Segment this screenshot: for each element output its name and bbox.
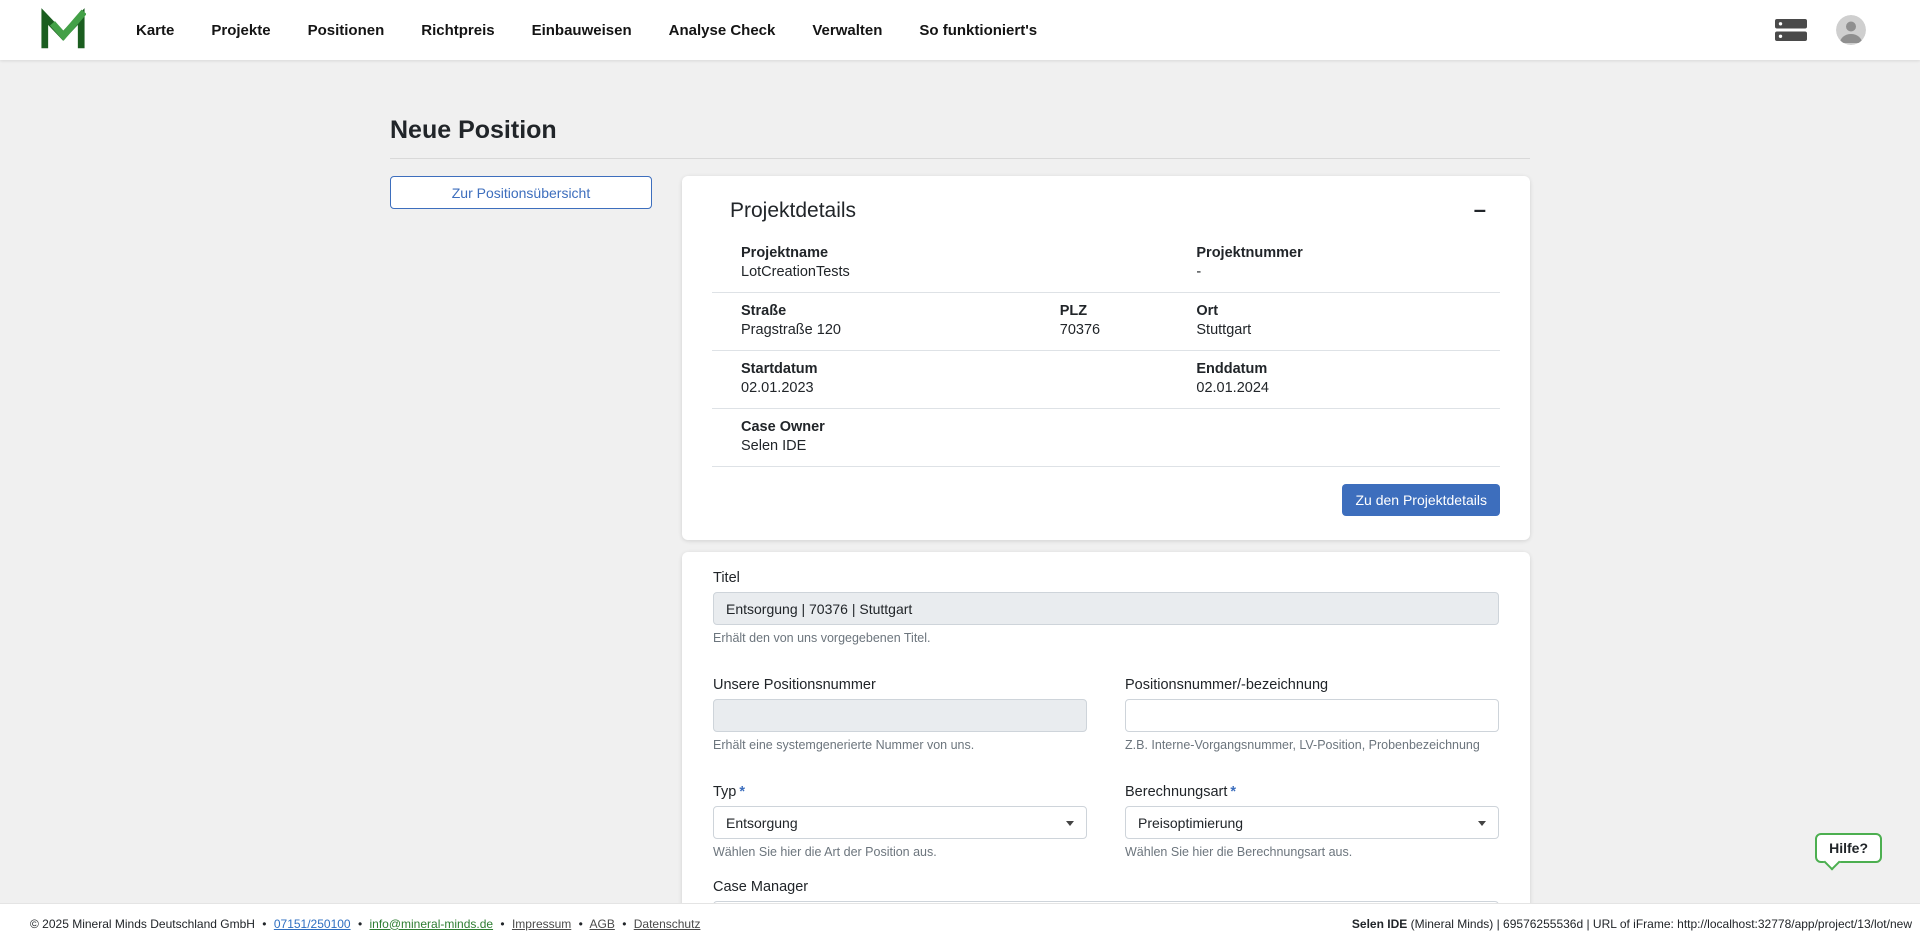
projektname-label: Projektname xyxy=(741,245,1060,261)
footer: © 2025 Mineral Minds Deutschland GmbH • … xyxy=(0,903,1920,943)
server-icon[interactable] xyxy=(1774,16,1808,44)
titel-group: Titel Erhält den von uns vorgegebenen Ti… xyxy=(713,570,1499,645)
main-nav: Karte Projekte Positionen Richtpreis Ein… xyxy=(136,22,1037,39)
berechnungsart-select-value: Preisoptimierung xyxy=(1138,815,1243,831)
typ-help: Wählen Sie hier die Art der Position aus… xyxy=(713,845,1087,859)
strasse-label: Straße xyxy=(741,303,1060,319)
detail-row: Case Owner Selen IDE xyxy=(712,409,1500,467)
logo-m-icon xyxy=(40,7,86,53)
typ-select[interactable]: Entsorgung xyxy=(713,806,1087,839)
chevron-down-icon xyxy=(1478,821,1486,826)
nav-item-so-funktionierts[interactable]: So funktioniert's xyxy=(919,22,1037,39)
positionsnummer-input[interactable] xyxy=(1125,699,1499,732)
enddatum-label: Enddatum xyxy=(1196,361,1500,377)
person-icon xyxy=(1836,15,1866,45)
nav-item-karte[interactable]: Karte xyxy=(136,22,174,39)
berechnungsart-group: Berechnungsart* Preisoptimierung Wählen … xyxy=(1125,784,1499,859)
chevron-down-icon xyxy=(1066,821,1074,826)
startdatum-label: Startdatum xyxy=(741,361,1060,377)
project-details-card: Projektdetails – Projektname LotCreation… xyxy=(682,176,1530,540)
nav-item-richtpreis[interactable]: Richtpreis xyxy=(421,22,494,39)
unsere-positionsnummer-label: Unsere Positionsnummer xyxy=(713,677,1087,693)
detail-row: Projektname LotCreationTests Projektnumm… xyxy=(712,235,1500,293)
title-divider xyxy=(390,158,1530,159)
titel-input xyxy=(713,592,1499,625)
right-column: Projektdetails – Projektname LotCreation… xyxy=(682,176,1530,943)
plz-label: PLZ xyxy=(1060,303,1197,319)
strasse-value: Pragstraße 120 xyxy=(741,322,1060,338)
phone-link[interactable]: 07151/250100 xyxy=(274,917,351,931)
titel-label: Titel xyxy=(713,570,1499,586)
user-avatar[interactable] xyxy=(1836,15,1866,45)
page-title: Neue Position xyxy=(390,116,1530,145)
top-navigation: Karte Projekte Positionen Richtpreis Ein… xyxy=(0,0,1920,60)
typ-label: Typ* xyxy=(713,784,1087,800)
detail-row: Startdatum 02.01.2023 Enddatum 02.01.202… xyxy=(712,351,1500,409)
help-button[interactable]: Hilfe? xyxy=(1815,833,1882,863)
typ-select-value: Entsorgung xyxy=(726,815,798,831)
footer-separator: • xyxy=(358,917,362,931)
project-details-table: Projektname LotCreationTests Projektnumm… xyxy=(712,235,1500,467)
impressum-link[interactable]: Impressum xyxy=(512,917,571,931)
nav-item-analyse-check[interactable]: Analyse Check xyxy=(669,22,776,39)
case-owner-value: Selen IDE xyxy=(741,438,1060,454)
unsere-positionsnummer-help: Erhält eine systemgenerierte Nummer von … xyxy=(713,738,1087,752)
plz-value: 70376 xyxy=(1060,322,1197,338)
berechnungsart-label: Berechnungsart* xyxy=(1125,784,1499,800)
typ-group: Typ* Entsorgung Wählen Sie hier die Art … xyxy=(713,784,1087,859)
collapse-card-button[interactable]: – xyxy=(1474,199,1486,221)
projektnummer-label: Projektnummer xyxy=(1196,245,1500,261)
go-to-project-details-button[interactable]: Zu den Projektdetails xyxy=(1342,484,1500,516)
nav-item-projekte[interactable]: Projekte xyxy=(211,22,270,39)
footer-separator: • xyxy=(579,917,583,931)
positionsnummer-group: Positionsnummer/-bezeichnung Z.B. Intern… xyxy=(1125,677,1499,752)
new-position-form-card: Titel Erhält den von uns vorgegebenen Ti… xyxy=(682,552,1530,943)
detail-row: Straße Pragstraße 120 PLZ 70376 Ort Stut… xyxy=(712,293,1500,351)
berechnungsart-help: Wählen Sie hier die Berechnungsart aus. xyxy=(1125,845,1499,859)
ort-label: Ort xyxy=(1196,303,1500,319)
footer-separator: • xyxy=(500,917,504,931)
copyright-text: © 2025 Mineral Minds Deutschland GmbH xyxy=(30,917,255,931)
main-area: Neue Position Zur Positionsübersicht Pro… xyxy=(0,60,1920,943)
datenschutz-link[interactable]: Datenschutz xyxy=(634,917,701,931)
agb-link[interactable]: AGB xyxy=(590,917,615,931)
enddatum-value: 02.01.2024 xyxy=(1196,380,1500,396)
footer-separator: • xyxy=(262,917,266,931)
footer-separator: • xyxy=(622,917,626,931)
berechnungsart-select[interactable]: Preisoptimierung xyxy=(1125,806,1499,839)
back-to-positions-button[interactable]: Zur Positionsübersicht xyxy=(390,176,652,209)
nav-item-positionen[interactable]: Positionen xyxy=(308,22,385,39)
required-asterisk: * xyxy=(739,784,745,800)
titel-help: Erhält den von uns vorgegebenen Titel. xyxy=(713,631,1499,645)
project-details-title: Projektdetails xyxy=(730,199,856,223)
positionsnummer-help: Z.B. Interne-Vorgangsnummer, LV-Position… xyxy=(1125,738,1499,752)
footer-left: © 2025 Mineral Minds Deutschland GmbH • … xyxy=(30,917,700,931)
projektname-value: LotCreationTests xyxy=(741,264,1060,280)
left-column: Zur Positionsübersicht xyxy=(390,176,652,209)
case-manager-label: Case Manager xyxy=(713,879,1499,895)
unsere-positionsnummer-input xyxy=(713,699,1087,732)
email-link[interactable]: info@mineral-minds.de xyxy=(369,917,493,931)
required-asterisk: * xyxy=(1230,784,1236,800)
nav-item-einbauweisen[interactable]: Einbauweisen xyxy=(532,22,632,39)
nav-right-section xyxy=(1774,15,1866,45)
session-user: Selen IDE xyxy=(1352,917,1407,931)
ort-value: Stuttgart xyxy=(1196,322,1500,338)
footer-session-info: Selen IDE (Mineral Minds) | 69576255536d… xyxy=(1352,917,1912,931)
projektnummer-value: - xyxy=(1196,264,1500,280)
mineral-minds-logo[interactable] xyxy=(40,7,86,53)
positionsnummer-label: Positionsnummer/-bezeichnung xyxy=(1125,677,1499,693)
session-details: (Mineral Minds) | 69576255536d | URL of … xyxy=(1407,917,1912,931)
nav-item-verwalten[interactable]: Verwalten xyxy=(812,22,882,39)
unsere-positionsnummer-group: Unsere Positionsnummer Erhält eine syste… xyxy=(713,677,1087,752)
case-owner-label: Case Owner xyxy=(741,419,1060,435)
startdatum-value: 02.01.2023 xyxy=(741,380,1060,396)
content-container: Neue Position Zur Positionsübersicht Pro… xyxy=(390,60,1530,943)
